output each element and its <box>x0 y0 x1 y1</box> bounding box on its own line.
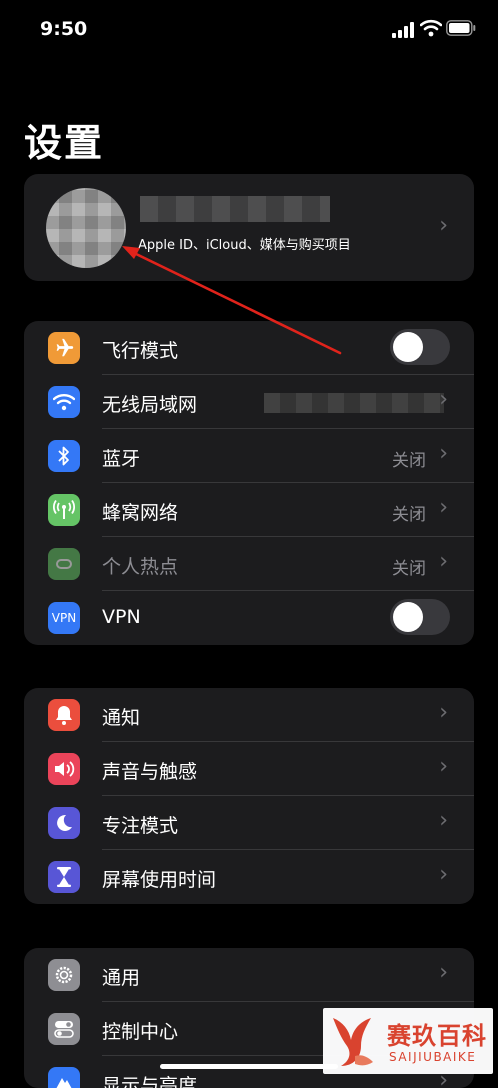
watermark-subtitle: SAIJIUBAIKE <box>389 1050 477 1064</box>
home-indicator[interactable] <box>160 1064 338 1069</box>
watermark-fish-icon <box>333 1018 373 1066</box>
annotation-arrow <box>122 246 342 355</box>
watermark-title: 赛玖百科 <box>387 1022 487 1050</box>
watermark-logo: 赛玖百科 SAIJIUBAIKE <box>323 1008 493 1074</box>
